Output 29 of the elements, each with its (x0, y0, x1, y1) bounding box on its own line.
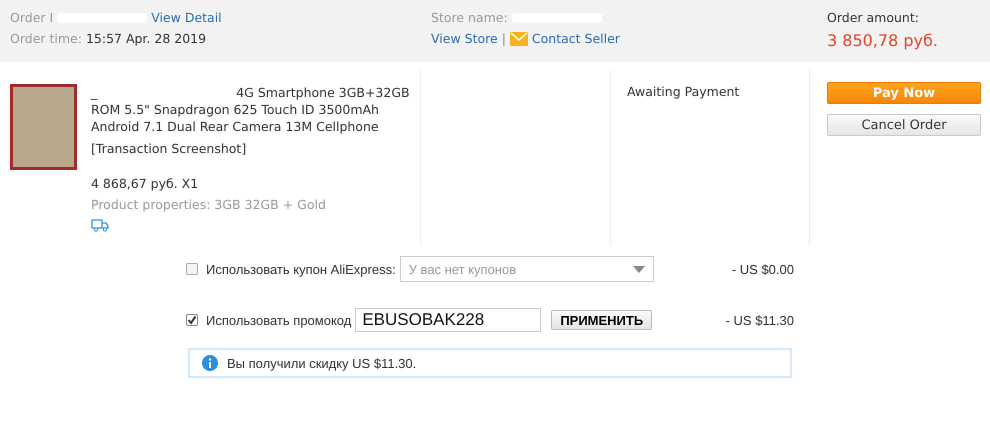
order-time: 15:57 Apr. 28 2019 (86, 31, 206, 46)
view-detail-link[interactable]: View Detail (151, 10, 222, 25)
view-store-link[interactable]: View Store (431, 31, 498, 46)
product-properties: Product properties: 3GB 32GB + Gold (91, 197, 327, 212)
notice-text: Вы получили скидку US $11.30. (227, 356, 416, 370)
envelope-icon (510, 32, 528, 46)
discount-label: Использовать купон AliExpress: (206, 262, 396, 276)
contact-seller-link[interactable]: Contact Seller (532, 31, 620, 46)
caret-icon (632, 266, 645, 272)
order-status: Awaiting Payment (627, 84, 740, 99)
cancel-order-button[interactable]: Cancel Order (827, 114, 981, 136)
truck-icon (91, 218, 109, 232)
product-price: 4 868,67 руб. X1 (91, 176, 200, 191)
checkbox[interactable] (186, 314, 198, 326)
product-title[interactable]: _ 4G Smartphone 3GB+32GB ROM 5.5" Snapdragon 625 Touch ID 3500mAh Android 7.1 Dual Rear Camera 13M Cellphone (91, 84, 410, 135)
order-time-label: Order time: (10, 31, 82, 46)
discount-amount: - US $0.00 (732, 262, 794, 276)
store-name-label: Store name: (431, 10, 508, 25)
checkbox[interactable] (186, 263, 198, 275)
order-id-label: Order I (10, 10, 54, 25)
info-icon (202, 355, 218, 371)
promo-code-field[interactable]: EBUSOBAK228 (355, 308, 542, 332)
separator: | (502, 31, 506, 46)
discount-amount: - US $11.30 (726, 312, 794, 328)
discount-label: Использовать промокод (206, 312, 352, 328)
transaction-screenshot-link[interactable]: [Transaction Screenshot] (91, 141, 410, 156)
order-amount: 3 850,78 руб. (827, 31, 939, 50)
apply-button[interactable]: ПРИМЕНИТЬ (551, 310, 652, 330)
order-amount-label: Order amount: (827, 10, 920, 25)
